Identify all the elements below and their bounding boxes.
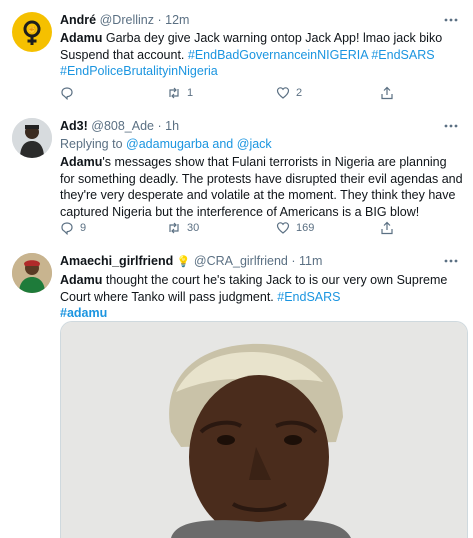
replying-label: Replying to xyxy=(60,137,123,151)
tweet-header: Ad3! @808_Ade · 1h xyxy=(60,118,463,134)
mention-link[interactable]: @adamugarba xyxy=(126,137,209,151)
hashtag[interactable]: #EndBadGovernanceinNIGERIA xyxy=(188,48,368,62)
tweet[interactable]: Ad3! @808_Ade · 1h Replying to @adamugar… xyxy=(0,108,473,244)
hashtag[interactable]: #adamu xyxy=(60,306,107,320)
text-segment: 's messages show that Fulani terrorists … xyxy=(60,155,463,219)
like-icon xyxy=(276,87,290,99)
like-button[interactable]: 169 xyxy=(276,221,314,235)
separator-dot: · xyxy=(157,119,162,133)
handle[interactable]: @Drellinz xyxy=(100,13,154,27)
profile-photo-icon xyxy=(12,253,52,293)
display-name[interactable]: André xyxy=(60,13,96,27)
lightbulb-icon: 💡 xyxy=(176,256,191,268)
retweet-icon xyxy=(169,222,179,234)
timestamp[interactable]: 11m xyxy=(299,254,322,268)
tweet-body: Amaechi_girlfriend 💡 @CRA_girlfriend · 1… xyxy=(60,253,463,322)
share-icon xyxy=(381,221,393,235)
separator-dot: · xyxy=(291,254,296,268)
hashtag[interactable]: #EndPoliceBrutalityinNigeria xyxy=(60,64,218,78)
tweet-photo[interactable] xyxy=(60,321,468,538)
like-count: 169 xyxy=(296,222,315,234)
like-count: 2 xyxy=(296,87,303,99)
hashtag[interactable]: #EndSARS xyxy=(371,48,434,62)
reply-button[interactable] xyxy=(60,86,80,100)
keyword-highlight: Adamu xyxy=(60,155,103,169)
like-button[interactable]: 2 xyxy=(276,86,302,100)
retweet-count: 30 xyxy=(187,222,200,234)
share-icon xyxy=(381,86,393,100)
tweet-body: André @Drellinz · 12m Adamu Garba dey gi… xyxy=(60,12,463,80)
tweet-actions: 9 30 169 xyxy=(60,221,473,239)
timestamp[interactable]: 1h xyxy=(165,119,179,133)
keyword-highlight: Adamu xyxy=(60,273,103,287)
mention-and[interactable]: and xyxy=(212,137,233,151)
svg-text:✊: ✊ xyxy=(28,25,37,34)
display-name[interactable]: Ad3! xyxy=(60,119,88,133)
share-button[interactable] xyxy=(380,221,394,235)
tweet[interactable]: Amaechi_girlfriend 💡 @CRA_girlfriend · 1… xyxy=(0,243,473,538)
tweet-text: Adamu thought the court he's taking Jack… xyxy=(60,272,463,322)
retweet-icon xyxy=(169,87,179,99)
replying-to: Replying to @adamugarba and @jack xyxy=(60,136,463,152)
female-symbol-icon: ✊ xyxy=(23,20,41,45)
man-portrait-image xyxy=(61,322,467,538)
retweet-button[interactable]: 30 xyxy=(167,221,199,235)
handle[interactable]: @808_Ade xyxy=(91,119,154,133)
mention-link[interactable]: @jack xyxy=(237,137,272,151)
text-segment: thought the court he's taking Jack to is… xyxy=(60,273,448,304)
tweet-text: Adamu's messages show that Fulani terror… xyxy=(60,154,463,220)
share-button[interactable] xyxy=(380,86,394,100)
tweet-body: Ad3! @808_Ade · 1h Replying to @adamugar… xyxy=(60,118,463,220)
timestamp[interactable]: 12m xyxy=(165,13,189,27)
handle[interactable]: @CRA_girlfriend xyxy=(194,254,288,268)
separator-dot: · xyxy=(157,13,162,27)
reply-icon xyxy=(61,222,73,235)
display-name[interactable]: Amaechi_girlfriend xyxy=(60,254,173,268)
like-icon xyxy=(276,222,290,234)
avatar[interactable] xyxy=(12,253,52,293)
reply-count: 9 xyxy=(80,222,87,234)
avatar[interactable] xyxy=(12,118,52,158)
profile-photo-icon xyxy=(12,118,52,158)
retweet-button[interactable]: 1 xyxy=(167,86,193,100)
tweet-header: Amaechi_girlfriend 💡 @CRA_girlfriend · 1… xyxy=(60,253,463,270)
tweet-header: André @Drellinz · 12m xyxy=(60,12,463,28)
tweet[interactable]: ✊ André @Drellinz · 12m Adamu Garba dey … xyxy=(0,0,473,109)
keyword-highlight: Adamu xyxy=(60,31,103,45)
hashtag[interactable]: #EndSARS xyxy=(277,290,340,304)
tweet-text: Adamu Garba dey give Jack warning ontop … xyxy=(60,30,463,80)
avatar[interactable]: ✊ xyxy=(12,12,52,52)
reply-icon xyxy=(61,87,73,100)
reply-button[interactable]: 9 xyxy=(60,221,86,235)
retweet-count: 1 xyxy=(187,87,194,99)
tweet-actions: 1 2 xyxy=(60,86,473,104)
